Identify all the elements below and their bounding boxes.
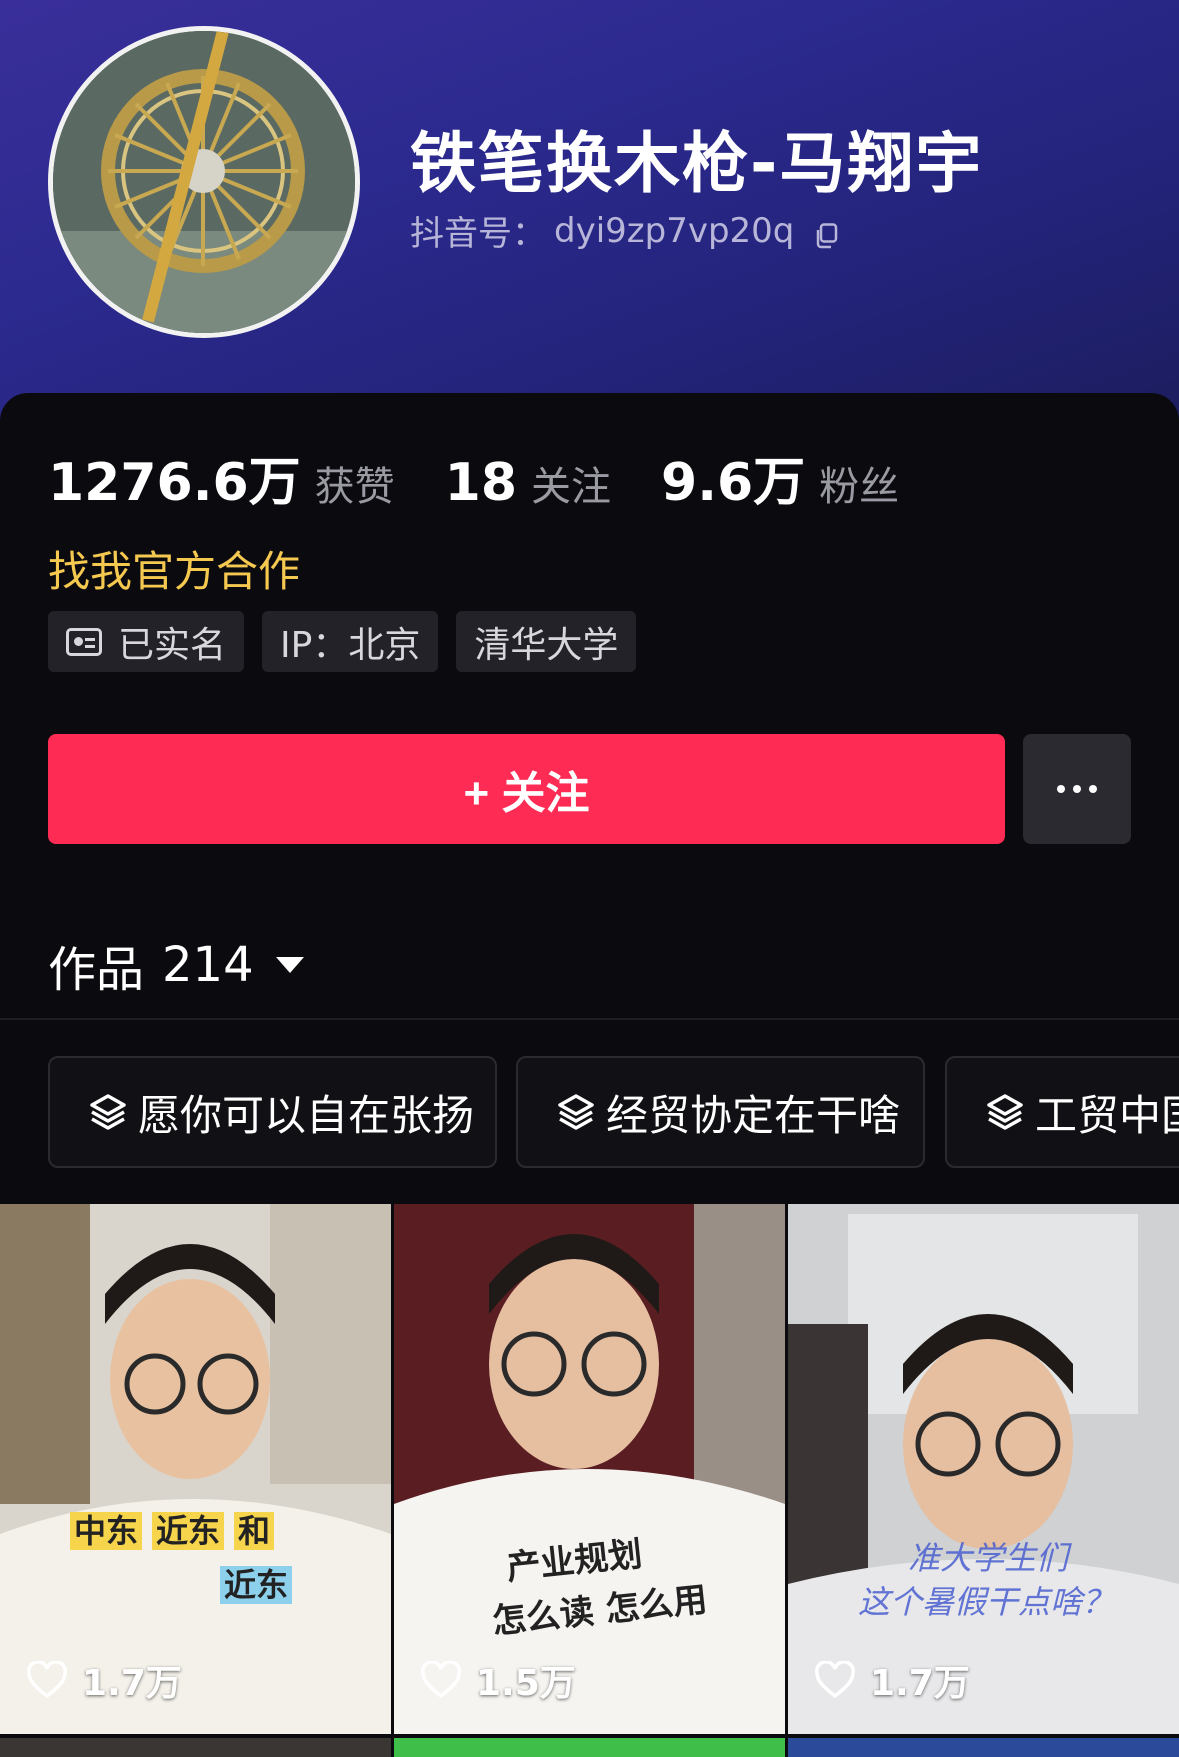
works-count: 214 bbox=[162, 937, 254, 993]
video-grid-next-row bbox=[0, 1738, 1179, 1757]
layers-icon bbox=[987, 1094, 1023, 1130]
collection-label: 工贸中国 bbox=[1035, 1090, 1179, 1140]
works-label: 作品 bbox=[48, 942, 145, 998]
collection-label: 愿你可以自在张扬 bbox=[138, 1090, 475, 1140]
collection-chip[interactable]: 经贸协定在干啥 bbox=[516, 1056, 925, 1168]
heart-icon bbox=[27, 1661, 67, 1699]
more-button[interactable] bbox=[1023, 734, 1131, 844]
video-thumbnail[interactable]: 产业规划 怎么读 怎么用 1.5万 bbox=[394, 1204, 785, 1734]
follow-button[interactable]: + 关注 bbox=[48, 734, 1005, 844]
video-likes: 1.7万 bbox=[814, 1654, 970, 1706]
divider bbox=[0, 1018, 1179, 1020]
collection-chip[interactable]: 愿你可以自在张扬 bbox=[48, 1056, 497, 1168]
douyin-id[interactable]: 抖音号： dyi9zp7vp20q bbox=[410, 206, 838, 255]
following-label[interactable]: 关注 bbox=[531, 454, 611, 512]
layers-icon bbox=[90, 1094, 126, 1130]
following-count[interactable]: 18 bbox=[445, 453, 517, 513]
video-thumbnail[interactable] bbox=[394, 1738, 785, 1757]
video-likes: 1.5万 bbox=[420, 1654, 576, 1706]
layers-icon bbox=[558, 1094, 594, 1130]
video-caption: 中东 近东和 近东 bbox=[70, 1504, 293, 1612]
official-cooperation-link[interactable]: 找我官方合作 bbox=[48, 538, 300, 599]
collections-row: 愿你可以自在张扬 经贸协定在干啥 工贸中国 bbox=[48, 1056, 1179, 1168]
caret-down-icon bbox=[275, 957, 304, 973]
tag-label: 清华大学 bbox=[474, 624, 619, 666]
tag-verified[interactable]: 已实名 bbox=[48, 611, 245, 672]
video-caption: 准大学生们 这个暑假干点啥？ bbox=[858, 1539, 1115, 1621]
works-tab[interactable]: 作品 214 bbox=[48, 930, 304, 1000]
avatar[interactable] bbox=[48, 26, 360, 338]
collection-label: 经贸协定在干啥 bbox=[606, 1090, 901, 1140]
video-thumbnail[interactable]: 准大学生们 这个暑假干点啥？ 1.7万 bbox=[788, 1204, 1179, 1734]
id-card-icon bbox=[66, 627, 102, 656]
avatar-wheel-icon bbox=[53, 31, 355, 333]
video-caption: 产业规划 怎么读 怎么用 bbox=[490, 1534, 710, 1643]
tag-school[interactable]: 清华大学 bbox=[456, 611, 637, 672]
douyin-id-value: dyi9zp7vp20q bbox=[554, 210, 795, 251]
video-thumbnail[interactable] bbox=[788, 1738, 1179, 1757]
video-thumbnail[interactable] bbox=[0, 1738, 391, 1757]
followers-label[interactable]: 粉丝 bbox=[819, 454, 899, 512]
profile-tags: 已实名 IP：北京 清华大学 bbox=[48, 611, 637, 672]
heart-icon bbox=[421, 1661, 461, 1699]
douyin-id-label: 抖音号： bbox=[410, 214, 546, 254]
video-thumbnail[interactable]: 中东 近东和 近东 1.7万 bbox=[0, 1204, 391, 1734]
likes-count: 1276.6万 bbox=[48, 453, 301, 513]
copy-icon[interactable] bbox=[814, 218, 838, 248]
tag-label: 已实名 bbox=[118, 624, 227, 666]
more-dots-icon bbox=[1057, 785, 1097, 793]
followers-count[interactable]: 9.6万 bbox=[661, 440, 805, 515]
likes-label: 获赞 bbox=[314, 464, 395, 510]
tag-label: IP：北京 bbox=[280, 624, 421, 666]
stats-row: 1276.6万 获赞 18 关注 9.6万 粉丝 bbox=[48, 440, 949, 515]
tag-ip-location: IP：北京 bbox=[262, 611, 439, 672]
heart-icon bbox=[815, 1661, 855, 1699]
video-likes: 1.7万 bbox=[26, 1654, 182, 1706]
collection-chip[interactable]: 工贸中国 bbox=[945, 1056, 1179, 1168]
profile-name: 铁笔换木枪-马翔宇 bbox=[410, 125, 984, 202]
